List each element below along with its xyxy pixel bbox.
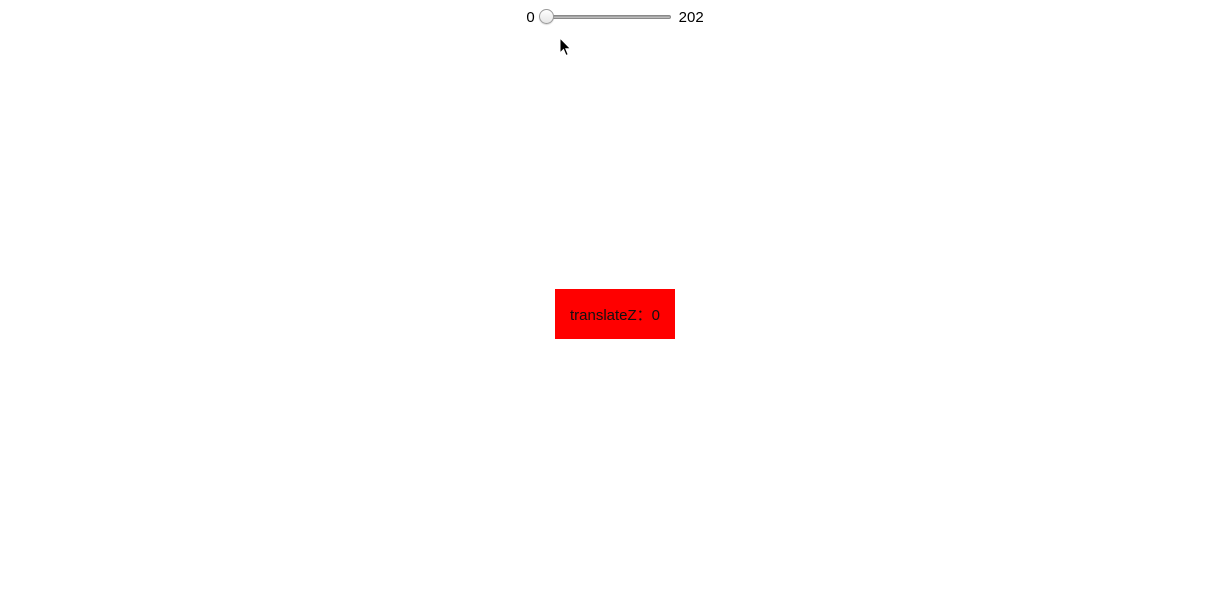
translatez-label: translateZ：0 [569,306,661,324]
slider-track[interactable] [542,15,671,19]
slider-max-label: 202 [678,9,704,26]
slider-thumb[interactable] [538,9,554,24]
translatez-box: translateZ：0 [555,289,675,339]
slider-min-label: 0 [526,9,535,26]
arrow-cursor-icon [559,37,572,57]
translatez-slider[interactable] [538,6,671,30]
slider-row: 0 202 [0,6,1230,30]
page: 0 202 translateZ：0 [0,0,1230,604]
